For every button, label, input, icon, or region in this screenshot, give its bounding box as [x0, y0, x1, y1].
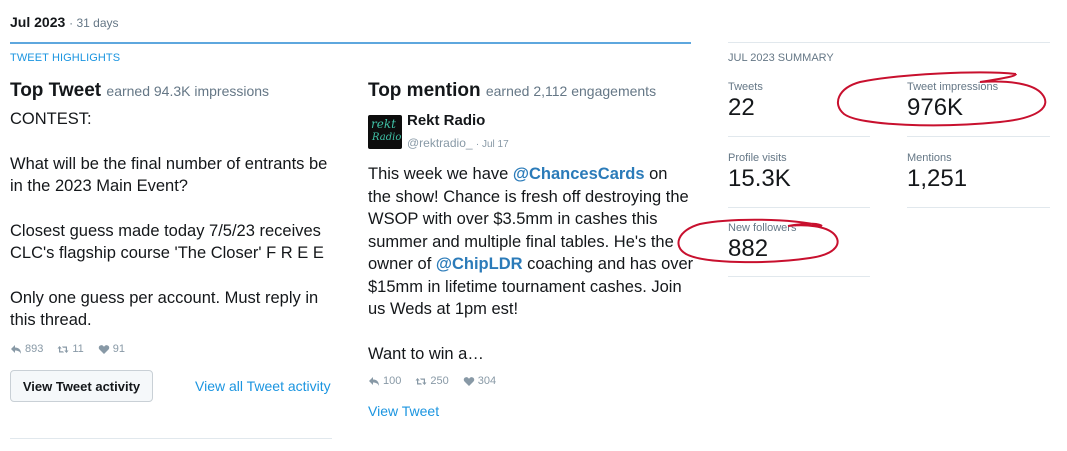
tweet-line: Only one guess per account. Must reply i… — [10, 288, 319, 307]
mention-text-part: coaching and has over — [522, 255, 694, 273]
like-count: 304 — [477, 375, 497, 387]
top-mention-stats: 100 250 304 — [368, 375, 510, 387]
account-handle[interactable]: @rektradio_ — [407, 136, 473, 150]
reply-count: 100 — [383, 375, 402, 387]
impressions-annotation-circle — [836, 71, 1047, 127]
chancescards-mention-link[interactable]: @ChancesCards — [513, 165, 645, 183]
like-stat[interactable]: 91 — [98, 343, 125, 355]
view-all-tweet-activity-link[interactable]: View all Tweet activity — [195, 378, 331, 394]
month-label: Jul 2023 — [10, 14, 66, 30]
tweet-line: CONTEST: — [10, 110, 92, 128]
avatar-logo-text: Radio — [372, 132, 402, 143]
mention-date: · Jul 17 — [475, 139, 509, 150]
summary-top-divider — [728, 42, 1050, 43]
like-icon — [98, 344, 110, 354]
like-stat[interactable]: 304 — [463, 375, 496, 387]
top-tweet-stats: 893 11 91 — [10, 343, 139, 355]
reply-icon — [369, 376, 379, 386]
top-mention-title: Top mention earned 2,112 engagements — [368, 80, 656, 102]
mention-text-part: on — [644, 165, 668, 183]
view-tweet-link[interactable]: View Tweet — [368, 403, 439, 419]
tweet-line: in the 2023 Main Event? — [10, 177, 188, 195]
retweet-count: 250 — [430, 375, 449, 387]
retweet-stat[interactable]: 11 — [57, 343, 84, 355]
column-bottom-divider — [10, 438, 332, 439]
top-tweet-heading: Top Tweet — [10, 80, 102, 101]
top-mention-text: This week we have @ChancesCards on the s… — [368, 163, 693, 365]
account-handle-line: @rektradio_ · Jul 17 — [407, 136, 509, 150]
mention-line: the show! Chance is fresh off destroying… — [368, 187, 689, 206]
summary-divider — [728, 136, 870, 137]
tweet-line: Closest guess made today 7/5/23 receives — [10, 221, 321, 240]
reply-stat[interactable]: 893 — [10, 343, 43, 355]
month-heading: Jul 2023 · 31 days — [10, 14, 119, 30]
tweet-line: What will be the final number of entrant… — [10, 154, 328, 173]
mention-line: owner of @ChipLDR coaching and has over — [368, 253, 693, 276]
tweet-highlights-label: TWEET HIGHLIGHTS — [10, 52, 121, 64]
chipldr-mention-link[interactable]: @ChipLDR — [436, 255, 523, 273]
mention-text-part: This week we have — [368, 165, 513, 183]
retweet-icon — [57, 345, 69, 353]
days-count: · 31 days — [69, 16, 119, 30]
highlights-divider — [10, 42, 691, 44]
reply-icon — [11, 344, 21, 354]
retweet-stat[interactable]: 250 — [415, 375, 449, 387]
top-tweet-title: Top Tweet earned 94.3K impressions — [10, 80, 269, 102]
mentions-value: 1,251 — [907, 165, 968, 192]
profile-visits-value: 15.3K — [728, 165, 791, 192]
rekt-radio-avatar[interactable]: rekt Radio — [368, 115, 402, 149]
tweets-label: Tweets — [728, 81, 763, 93]
reply-count: 893 — [25, 343, 44, 355]
tweets-value: 22 — [728, 94, 755, 121]
top-mention-heading: Top mention — [368, 80, 481, 101]
mentions-label: Mentions — [907, 152, 952, 164]
mention-line: WSOP with over $3.5mm in cashes this — [368, 210, 658, 228]
like-icon — [463, 376, 474, 386]
mention-line: Want to win a… — [368, 344, 484, 363]
summary-divider — [907, 136, 1050, 137]
tweet-line: this thread. — [10, 311, 92, 329]
mention-line: us Weds at 1pm est! — [368, 300, 519, 318]
retweet-count: 11 — [72, 343, 84, 355]
reply-stat[interactable]: 100 — [368, 375, 401, 387]
account-name[interactable]: Rekt Radio — [407, 112, 485, 129]
top-mention-engagements: earned 2,112 engagements — [485, 83, 657, 99]
retweet-icon — [415, 377, 427, 385]
top-tweet-text: CONTEST: What will be the final number o… — [10, 108, 327, 332]
mention-line: This week we have @ChancesCards on — [368, 163, 693, 186]
summary-divider — [728, 276, 870, 277]
tweet-line: CLC's flagship course 'The Closer' F R E… — [10, 244, 324, 262]
top-tweet-impressions: earned 94.3K impressions — [106, 83, 270, 99]
summary-divider — [728, 207, 870, 208]
followers-annotation-circle — [677, 218, 839, 264]
like-count: 91 — [112, 343, 126, 355]
summary-divider — [907, 207, 1050, 208]
mention-line: $15mm in lifetime tournament cashes. Joi… — [368, 277, 682, 296]
view-tweet-activity-button[interactable]: View Tweet activity — [10, 370, 153, 402]
summary-section-label: JUL 2023 SUMMARY — [728, 52, 834, 64]
avatar-logo-text: rekt — [371, 117, 396, 131]
mention-line: summer and multiple final tables. He's t… — [368, 232, 674, 251]
mention-text-part: owner of — [368, 255, 436, 273]
profile-visits-label: Profile visits — [728, 152, 787, 164]
